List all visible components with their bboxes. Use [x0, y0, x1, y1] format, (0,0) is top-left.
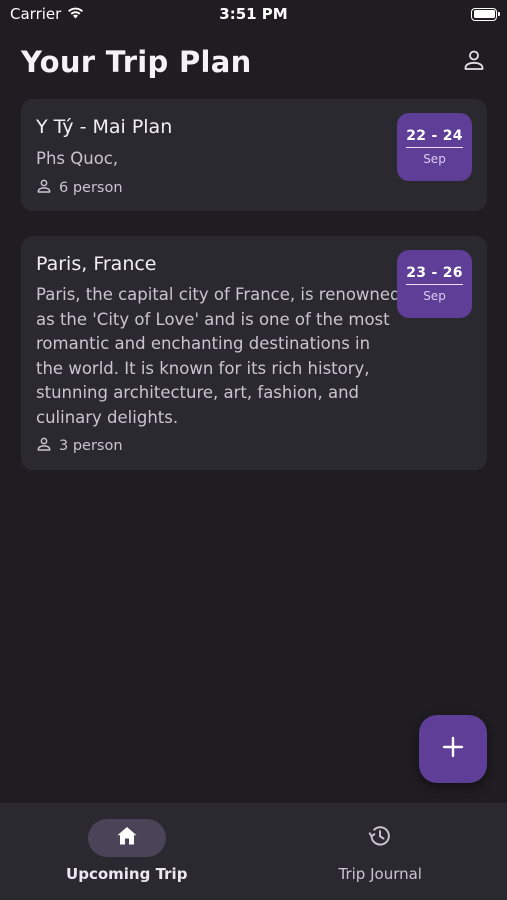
nav-label: Trip Journal — [338, 865, 422, 883]
battery-icon — [471, 7, 500, 21]
trip-card[interactable]: Paris, France Paris, the capital city of… — [21, 236, 487, 470]
home-icon — [116, 826, 138, 850]
trip-description: Paris, the capital city of France, is re… — [36, 285, 401, 427]
person-count: 3 person — [59, 438, 123, 454]
status-left: Carrier — [10, 5, 84, 23]
date-month: Sep — [423, 289, 446, 303]
screen: Carrier 3:51 PM Your Trip Plan Y Tý - Ma… — [0, 0, 507, 900]
history-icon — [367, 823, 393, 853]
bottom-navigation: Upcoming Trip Trip Journal — [0, 803, 507, 900]
person-icon — [36, 178, 52, 198]
date-range: 22 - 24 — [406, 128, 463, 148]
nav-label: Upcoming Trip — [66, 865, 188, 883]
nav-item-upcoming-trip[interactable]: Upcoming Trip — [0, 803, 254, 900]
person-count-row: 3 person — [36, 436, 472, 456]
date-range: 23 - 26 — [406, 265, 463, 285]
profile-button[interactable] — [458, 46, 490, 78]
page-title: Your Trip Plan — [21, 45, 252, 79]
plus-icon — [442, 736, 464, 762]
date-badge: 23 - 26 Sep — [397, 250, 472, 318]
add-trip-button[interactable] — [419, 715, 487, 783]
carrier-label: Carrier — [10, 5, 62, 23]
person-count: 6 person — [59, 179, 123, 196]
person-icon — [36, 436, 52, 456]
trip-card[interactable]: Y Tý - Mai Plan Phs Quoc, 6 person 22 - … — [21, 99, 487, 211]
nav-indicator — [87, 819, 166, 857]
wifi-icon — [67, 5, 84, 23]
date-month: Sep — [423, 152, 446, 166]
date-badge: 22 - 24 Sep — [397, 113, 472, 181]
nav-item-trip-journal[interactable]: Trip Journal — [254, 803, 507, 900]
trip-description: Phs Quoc, — [36, 149, 119, 168]
nav-indicator — [341, 819, 419, 857]
status-bar: Carrier 3:51 PM — [0, 0, 507, 28]
header: Your Trip Plan — [21, 40, 490, 84]
person-outline-icon — [462, 48, 486, 76]
battery-fill — [473, 10, 495, 18]
